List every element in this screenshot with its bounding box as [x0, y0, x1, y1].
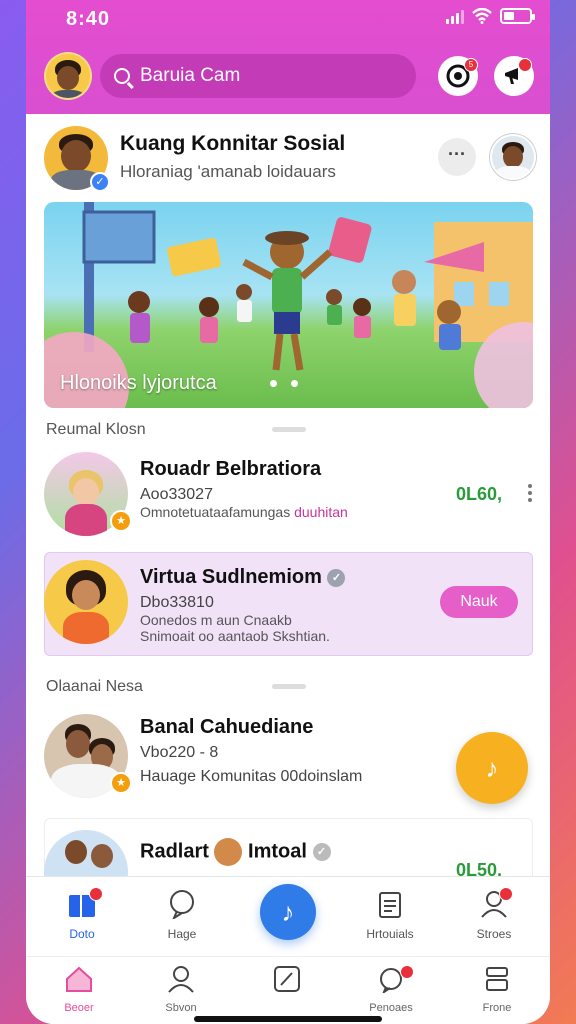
list-item-desc-2: Snimoait oo aantaob Skshtian. [140, 628, 330, 644]
star-badge-icon: ★ [110, 510, 132, 532]
list-item-avatar[interactable] [44, 560, 128, 644]
row-menu-icon[interactable] [528, 484, 534, 505]
list-item-title: Rouadr Belbratiora [140, 458, 322, 480]
tab-stores[interactable]: Stroes [454, 877, 534, 953]
app-screen: 8:40 Baruia Cam 5 ✓ Kuang Konnitar Sosia… [26, 0, 550, 1024]
section-title-first: Reumal Klosn [46, 421, 146, 438]
verified-icon: ✓ [327, 568, 346, 587]
alert-button[interactable] [494, 56, 534, 96]
wifi-icon [472, 8, 492, 24]
hero-banner[interactable]: Hlonoiks lyjorutca [44, 202, 533, 408]
music-note-icon[interactable]: ♪ [260, 884, 316, 940]
hero-caption: Hlonoiks lyjorutca [60, 372, 217, 394]
list-item-title: Virtua Sudlnemiom ✓ [140, 566, 346, 589]
tab-tutorials[interactable]: Hrtouials [350, 877, 430, 953]
person-icon [168, 966, 194, 993]
nav-home[interactable]: Beoer [44, 965, 114, 1014]
clipboard-icon [375, 889, 405, 919]
star-badge-icon: ★ [110, 772, 132, 794]
list-item-id: Vbo220 - 8 [140, 744, 219, 761]
user-icon [479, 887, 513, 919]
list-item-desc: Oonedos m aun Cnaakb [140, 612, 292, 628]
top-bar: 8:40 Baruia Cam 5 [26, 0, 550, 114]
action-button[interactable]: Nauk [440, 586, 518, 618]
list-item-id: Dbo33810 [140, 594, 214, 611]
list-item-desc: Omnotetuataafamungas duuhitan [140, 504, 348, 520]
section-title-second: Olaanai Nesa [46, 678, 143, 695]
search-icon [114, 68, 130, 84]
notification-badge: 5 [464, 58, 478, 72]
status-icons [446, 8, 535, 24]
flag-icon [67, 887, 103, 919]
community-title: Kuang Konnitar Sosial [120, 132, 346, 155]
more-options-button[interactable]: ··· [438, 138, 476, 176]
list-item-id: Aoo33027 [140, 486, 213, 503]
nav-frame[interactable]: Frone [462, 965, 532, 1014]
verified-icon: ✓ [90, 172, 110, 192]
drag-handle[interactable] [272, 684, 306, 689]
nav-edit[interactable] [252, 965, 322, 998]
chat-bubble-icon [167, 889, 197, 921]
friend-avatar[interactable] [490, 134, 536, 180]
search-input[interactable]: Baruia Cam [100, 54, 416, 98]
inline-avatar [214, 838, 243, 866]
list-item-title: Banal Cahuediane [140, 716, 314, 738]
list-item-title: Radlart Imtoal ✓ [140, 838, 331, 866]
drag-handle[interactable] [272, 427, 306, 432]
user-avatar[interactable] [44, 52, 92, 100]
record-button[interactable]: 5 [438, 56, 478, 96]
music-fab-button[interactable]: ♪ [456, 732, 528, 804]
edit-icon [274, 966, 300, 992]
community-avatar[interactable]: ✓ [44, 126, 110, 192]
list-item-amount: 0L60, [456, 484, 503, 504]
battery-icon [500, 8, 535, 24]
list-item-desc: Hauage Komunitas 00doinslam [140, 768, 363, 785]
community-subtitle: Hloraniag 'amanab loidauars [120, 162, 336, 181]
alert-badge [518, 58, 532, 72]
nav-profile[interactable]: Sbvon [146, 965, 216, 1014]
nav-badge [400, 965, 414, 979]
tab-doto[interactable]: Doto [42, 877, 122, 953]
tab-badge [499, 887, 513, 901]
bottom-nav: Beoer Sbvon Penoaes Frone [26, 956, 550, 1024]
home-icon [66, 966, 92, 992]
search-placeholder: Baruia Cam [140, 65, 241, 86]
nav-notifications[interactable]: Penoaes [356, 965, 426, 1014]
verified-icon: ✓ [312, 843, 331, 861]
tab-badge [89, 887, 103, 901]
home-indicator [194, 1016, 382, 1022]
status-time: 8:40 [66, 8, 111, 30]
layers-icon [486, 967, 508, 991]
signal-icon [446, 8, 464, 24]
carousel-dots[interactable] [270, 380, 298, 387]
tab-hage[interactable]: Hage [142, 877, 222, 953]
